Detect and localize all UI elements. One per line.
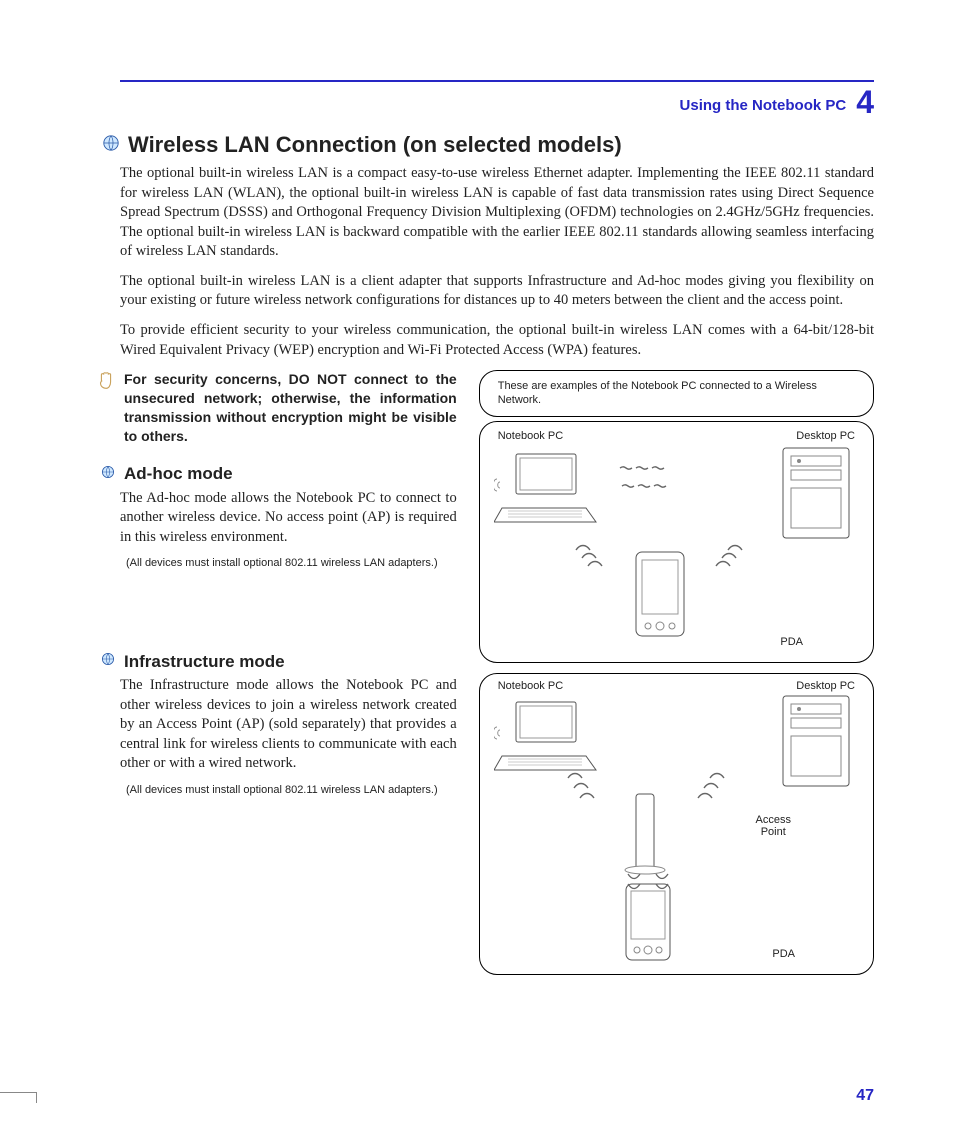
section-title: Using the Notebook PC [680, 97, 847, 118]
globe-icon [100, 651, 116, 672]
adhoc-body: The Ad-hoc mode allows the Notebook PC t… [120, 489, 457, 548]
chapter-number: 4 [856, 86, 874, 118]
label-desktop: Desktop PC [796, 430, 855, 442]
left-column: For security concerns, DO NOT connect to… [120, 370, 457, 985]
signal-icon [558, 770, 618, 816]
main-heading-row: Wireless LAN Connection (on selected mod… [102, 132, 874, 158]
diagram-caption-box: These are examples of the Notebook PC co… [479, 370, 874, 417]
adhoc-diagram: Notebook PC Desktop PC PDA [479, 421, 874, 663]
label-notebook: Notebook PC [498, 430, 563, 442]
page: Using the Notebook PC 4 Wireless LAN Con… [0, 0, 954, 1141]
warning-text: For security concerns, DO NOT connect to… [124, 370, 457, 446]
right-column: These are examples of the Notebook PC co… [479, 370, 874, 985]
paragraph-1: The optional built-in wireless LAN is a … [120, 164, 874, 262]
pda-illustration [630, 550, 690, 640]
globe-icon [102, 134, 120, 157]
signal-icon [622, 866, 674, 890]
infra-heading-row: Infrastructure mode [100, 651, 457, 672]
label-pda: PDA [780, 636, 803, 648]
adhoc-heading-row: Ad-hoc mode [100, 464, 457, 485]
signal-icon [696, 540, 756, 590]
signal-icon [566, 540, 626, 590]
security-warning: For security concerns, DO NOT connect to… [96, 370, 457, 446]
two-column-layout: For security concerns, DO NOT connect to… [120, 370, 874, 985]
infra-note: (All devices must install optional 802.1… [126, 784, 457, 798]
page-title: Wireless LAN Connection (on selected mod… [128, 132, 622, 158]
page-header: Using the Notebook PC 4 [120, 86, 874, 118]
globe-icon [100, 464, 116, 485]
adhoc-title: Ad-hoc mode [124, 464, 233, 484]
desktop-illustration [773, 692, 859, 792]
paragraph-3: To provide efficient security to your wi… [120, 321, 874, 360]
header-rule [120, 80, 874, 82]
notebook-illustration [494, 696, 604, 776]
diagram-caption: These are examples of the Notebook PC co… [498, 380, 817, 406]
crop-mark [0, 1092, 37, 1103]
desktop-illustration [773, 444, 859, 544]
hand-stop-icon [96, 370, 116, 446]
label-desktop: Desktop PC [796, 680, 855, 692]
access-point-illustration [620, 790, 670, 876]
notebook-illustration [494, 448, 604, 528]
label-access-point: Access Point [756, 814, 791, 838]
label-pda: PDA [772, 948, 795, 960]
adhoc-note: (All devices must install optional 802.1… [126, 557, 457, 571]
pda-illustration [620, 882, 676, 964]
infra-body: The Infrastructure mode allows the Noteb… [120, 676, 457, 774]
spacer [120, 571, 457, 641]
page-number: 47 [856, 1087, 874, 1105]
signal-icon [610, 458, 680, 498]
signal-icon [678, 770, 738, 816]
infra-title: Infrastructure mode [124, 652, 285, 672]
label-notebook: Notebook PC [498, 680, 563, 692]
paragraph-2: The optional built-in wireless LAN is a … [120, 272, 874, 311]
infra-diagram: Notebook PC Desktop PC Access Point PDA [479, 673, 874, 975]
